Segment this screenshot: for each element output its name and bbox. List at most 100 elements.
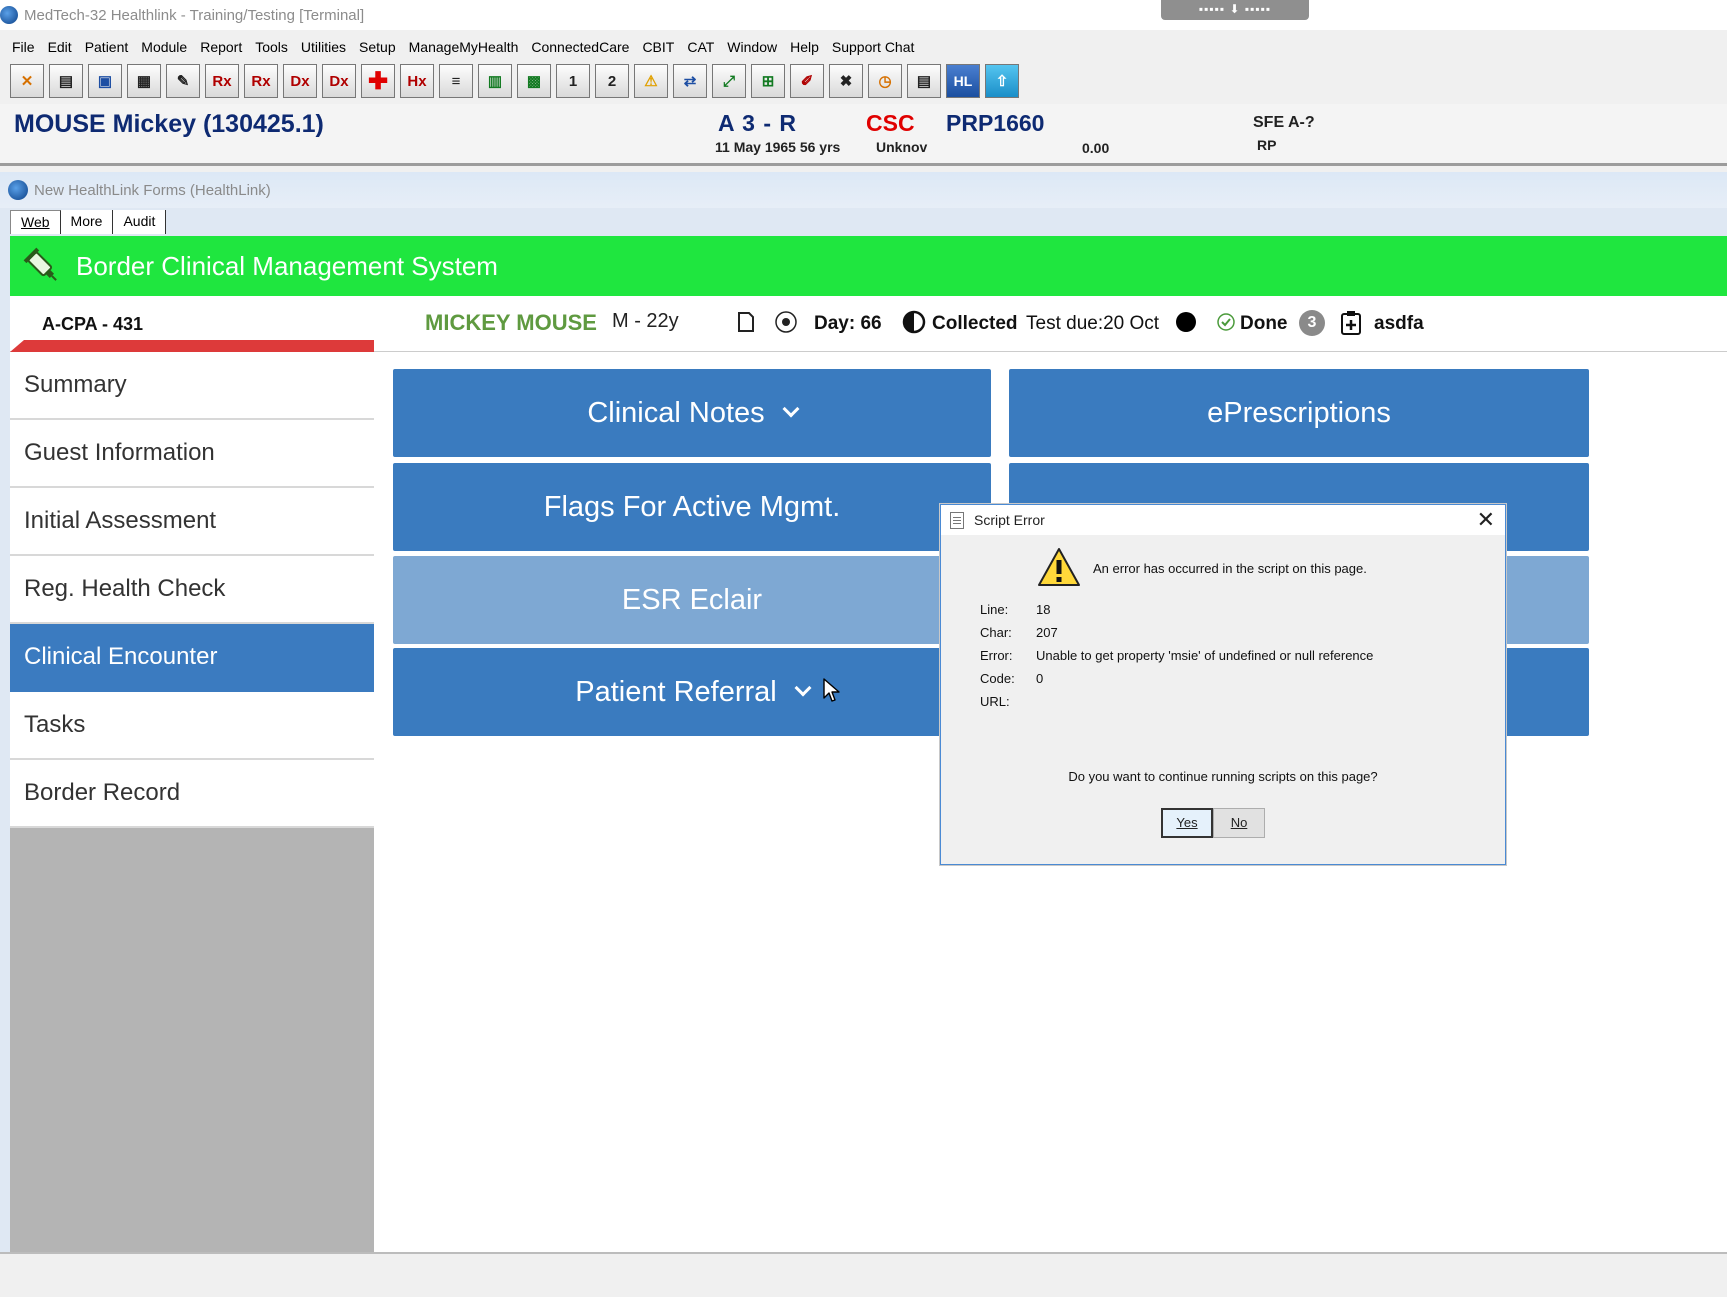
app-banner: Border Clinical Management System [10,236,1727,296]
menu-item-cbit[interactable]: CBIT [642,39,674,55]
outbox-icon[interactable]: ⤢ [712,64,746,98]
error-row-error: Error: Unable to get property 'msie' of u… [980,648,1373,663]
menu-item-support-chat[interactable]: Support Chat [832,39,915,55]
patient-header-unknown: Unknov [876,139,928,155]
check-circle-icon [1216,310,1236,340]
menu-item-file[interactable]: File [12,39,35,55]
flags-label: Flags For Active Mgmt. [543,490,841,523]
long-term-dx-icon[interactable]: Dx [322,64,356,98]
yes-button[interactable]: Yes [1161,808,1213,838]
medical-cross-icon[interactable]: ✚ [361,64,395,98]
tab-more[interactable]: More [60,210,114,234]
patient-age: M - 22y [612,310,679,332]
patient-header-dob: 11 May 1965 56 yrs [715,139,841,155]
healthlink-icon[interactable]: HL [946,64,980,98]
menu-item-managemyhealth[interactable]: ManageMyHealth [409,39,519,55]
eprescriptions-label: ePrescriptions [1207,396,1391,429]
menu-item-cat[interactable]: CAT [687,39,714,55]
close-icon[interactable]: ✕ [1477,507,1495,533]
window-titlebar: MedTech-32 Healthlink - Training/Testing… [0,0,1727,30]
register-icon[interactable]: ▤ [49,64,83,98]
chevron-down-icon [782,400,800,418]
upload-icon[interactable]: ⇧ [985,64,1019,98]
forms-icon[interactable]: ▤ [907,64,941,98]
error-value: 207 [1036,625,1058,640]
close-patient-icon[interactable]: ✖ [829,64,863,98]
history-icon[interactable]: Hx [400,64,434,98]
forms-window-title: New HealthLink Forms (HealthLink) [34,181,271,199]
error-key: Error: [980,648,1013,663]
immunisation-icon[interactable]: ▥ [478,64,512,98]
acc-icon[interactable]: ≡ [439,64,473,98]
menu-item-window[interactable]: Window [727,39,777,55]
clinical-notes-button[interactable]: Clinical Notes [393,369,991,457]
script-error-dialog: Script Error ✕ An error has occurred in … [940,504,1506,865]
pen-icon[interactable]: ✐ [790,64,824,98]
menu-item-module[interactable]: Module [141,39,187,55]
menu-item-patient[interactable]: Patient [85,39,129,55]
menu-item-report[interactable]: Report [200,39,242,55]
sidebar-item-initial-assessment[interactable]: Initial Assessment [10,488,374,556]
screening-icon[interactable]: ▦ [127,64,161,98]
esr-eclair-button[interactable]: ESR Eclair [393,556,991,644]
menu-item-setup[interactable]: Setup [359,39,396,55]
error-key: Line: [980,602,1009,617]
eprescriptions-button[interactable]: ePrescriptions [1009,369,1589,457]
menu-item-edit[interactable]: Edit [48,39,72,55]
medtech-health-icon[interactable]: ✕ [10,64,44,98]
dialog-title: Script Error [974,512,1045,528]
done-status: Done [1240,313,1288,334]
notes-icon[interactable]: ✎ [166,64,200,98]
menu-item-utilities[interactable]: Utilities [301,39,346,55]
patient-header-csc: CSC [866,110,915,136]
recall-icon[interactable]: ⊞ [751,64,785,98]
window-title: MedTech-32 Healthlink - Training/Testing… [24,6,365,24]
alert-icon[interactable]: ⚠ [634,64,668,98]
record-icon[interactable] [774,310,798,340]
patient-header-code: A 3 - R [718,110,797,136]
mouse-pointer-icon [823,678,840,702]
chevron-down-icon [794,679,812,697]
patient-details-icon[interactable]: ▣ [88,64,122,98]
patient-referral-button[interactable]: Patient Referral [393,648,991,736]
prescription-icon[interactable]: Rx [205,64,239,98]
title-grip-handle[interactable]: ▪▪▪▪▪ ⬇ ▪▪▪▪▪ [1161,0,1309,20]
dialog-titlebar: Script Error ✕ [941,505,1505,535]
dialog-message: An error has occurred in the script on t… [1093,561,1367,576]
clock-icon[interactable]: ◷ [868,64,902,98]
error-value: 0 [1036,671,1044,686]
menu-item-tools[interactable]: Tools [255,39,288,55]
no-button[interactable]: No [1213,808,1265,838]
document-icon[interactable] [736,310,756,340]
clipboard-plus-icon[interactable] [1340,310,1362,342]
sidebar-item-clinical-encounter[interactable]: Clinical Encounter [10,624,374,692]
menu-item-connectedcare[interactable]: ConnectedCare [531,39,629,55]
diagnosis-icon[interactable]: Dx [283,64,317,98]
done-count-badge: 3 [1299,310,1325,336]
sidebar-item-summary[interactable]: Summary [10,352,374,420]
day-counter: Day: 66 [814,313,882,334]
healthlink-globe-icon [8,180,28,200]
case-underline [10,340,374,352]
tab-web[interactable]: Web [10,210,61,234]
patient-header-name[interactable]: MOUSE Mickey (130425.1) [14,110,324,139]
app-title: Border Clinical Management System [76,250,498,281]
sidebar-item-guest-information[interactable]: Guest Information [10,420,374,488]
flags-button[interactable]: Flags For Active Mgmt. [393,463,991,551]
sidebar-item-tasks[interactable]: Tasks [10,692,374,760]
tab-audit[interactable]: Audit [113,210,167,234]
transfer-icon[interactable]: ⇄ [673,64,707,98]
patient-header: MOUSE Mickey (130425.1) A 3 - R 11 May 1… [0,104,1727,166]
sidebar-item-border-record[interactable]: Border Record [10,760,374,828]
sidebar-item-reg-health-check[interactable]: Reg. Health Check [10,556,374,624]
error-key: Char: [980,625,1012,640]
note-text: asdfa [1374,313,1424,334]
long-term-rx-icon[interactable]: Rx [244,64,278,98]
menu-bar: File Edit Patient Module Report Tools Utilitie… [0,34,1727,60]
measurements-icon[interactable]: ▩ [517,64,551,98]
inbox-1-icon[interactable]: 1 [556,64,590,98]
collected-status: Collected [932,313,1018,334]
menu-item-help[interactable]: Help [790,39,819,55]
forms-window-tabs: Web More Audit [10,208,167,234]
inbox-2-icon[interactable]: 2 [595,64,629,98]
